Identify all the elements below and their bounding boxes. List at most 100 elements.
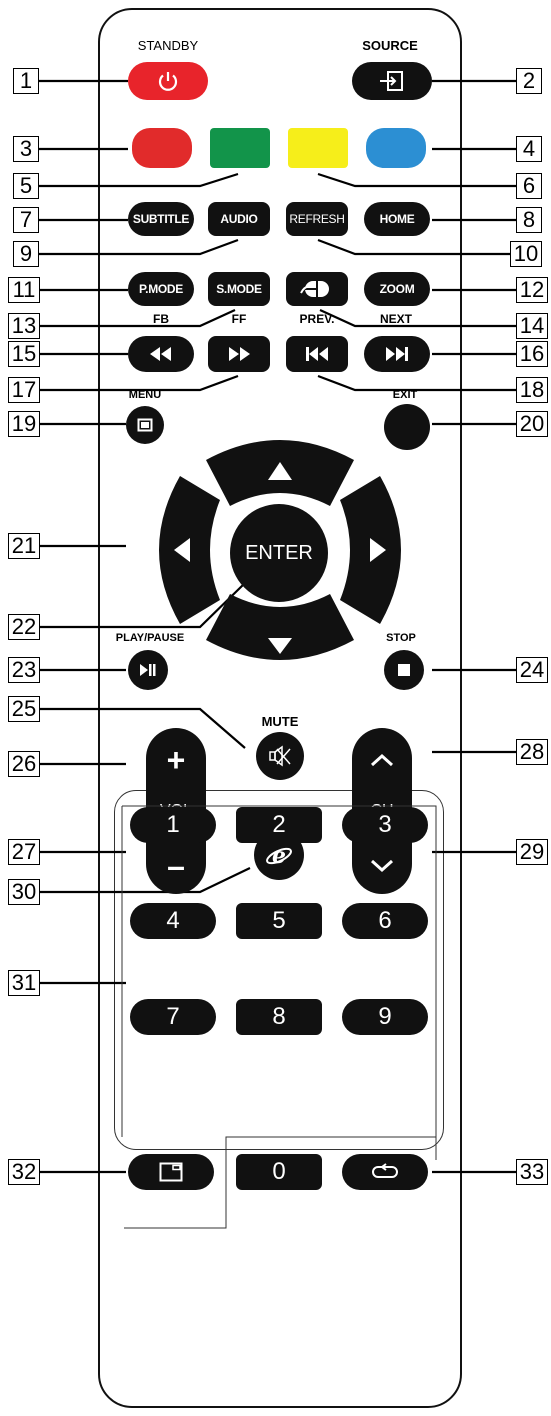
digit-1-label: 1	[166, 811, 180, 838]
fb-button[interactable]	[128, 336, 194, 372]
digit-3-label: 3	[378, 811, 392, 838]
rewind-icon	[150, 347, 171, 361]
chevron-up-icon	[370, 753, 394, 767]
digit-3-button[interactable]: 3	[342, 807, 428, 843]
fast-forward-icon	[229, 347, 250, 361]
callout-8: 8	[516, 207, 542, 233]
callout-15: 15	[8, 341, 40, 367]
callout-28: 28	[516, 739, 548, 765]
refresh-label: REFRESH	[289, 212, 345, 226]
smode-label: S.MODE	[216, 282, 262, 296]
digit-7-label: 7	[166, 1003, 180, 1030]
callout-23: 23	[8, 657, 40, 683]
callout-13: 13	[8, 313, 40, 339]
callout-25: 25	[8, 696, 40, 722]
digit-0-label: 0	[272, 1158, 286, 1185]
digit-7-button[interactable]: 7	[130, 999, 216, 1035]
stop-icon	[398, 664, 410, 676]
pip-button[interactable]	[128, 1154, 214, 1190]
subtitle-label: SUBTITLE	[132, 212, 190, 226]
prev-label: PREV.	[299, 312, 335, 326]
zoom-button[interactable]: ZOOM	[364, 272, 430, 306]
menu-square-icon	[137, 418, 153, 432]
digit-6-button[interactable]: 6	[342, 903, 428, 939]
ff-button[interactable]	[208, 336, 270, 372]
digit-4-label: 4	[166, 907, 180, 934]
internet-explorer-icon: e	[266, 843, 292, 869]
mute-label: MUTE	[261, 714, 299, 729]
subtitle-button[interactable]: SUBTITLE	[128, 202, 194, 236]
callout-21: 21	[8, 533, 40, 559]
pmode-button[interactable]: P.MODE	[128, 272, 194, 306]
yellow-key[interactable]	[288, 128, 348, 168]
ff-label: FF	[231, 312, 247, 326]
digit-2-label: 2	[272, 811, 286, 838]
standby-label: STANDBY	[137, 38, 199, 53]
refresh-button[interactable]: REFRESH	[286, 202, 348, 236]
source-label: SOURCE	[362, 38, 418, 53]
play-pause-label: PLAY/PAUSE	[115, 632, 185, 644]
callout-31: 31	[8, 970, 40, 996]
callout-10: 10	[510, 241, 542, 267]
digit-8-button[interactable]: 8	[236, 999, 322, 1035]
stop-button[interactable]	[384, 650, 424, 690]
source-button[interactable]	[352, 62, 432, 100]
digit-9-button[interactable]: 9	[342, 999, 428, 1035]
red-key[interactable]	[132, 128, 192, 168]
callout-20: 20	[516, 411, 548, 437]
callout-9: 9	[13, 241, 39, 267]
callout-19: 19	[8, 411, 40, 437]
smode-button[interactable]: S.MODE	[208, 272, 270, 306]
recall-button[interactable]	[342, 1154, 428, 1190]
digit-8-label: 8	[272, 1003, 286, 1030]
green-key[interactable]	[210, 128, 270, 168]
ch-up-button[interactable]	[352, 740, 412, 780]
digit-6-label: 6	[378, 907, 392, 934]
callout-3: 3	[13, 136, 39, 162]
audio-button[interactable]: AUDIO	[208, 202, 270, 236]
standby-button[interactable]	[128, 62, 208, 100]
callout-14: 14	[516, 313, 548, 339]
dpad-left[interactable]	[159, 476, 220, 624]
menu-label: MENU	[128, 389, 162, 401]
callout-1: 1	[13, 68, 39, 94]
svg-text:e: e	[272, 843, 286, 869]
callout-18: 18	[516, 377, 548, 403]
home-button[interactable]: HOME	[364, 202, 430, 236]
digit-5-label: 5	[272, 907, 286, 934]
digit-2-button[interactable]: 2	[236, 807, 322, 843]
dpad-right[interactable]	[340, 476, 401, 624]
vol-up-button[interactable]: +	[146, 740, 206, 780]
remote-diagram: 1 2 3 4 5 6 7 8 9 10 11 12 13 14 15 16 1…	[0, 0, 551, 1416]
fb-label: FB	[153, 312, 169, 326]
stop-label: STOP	[386, 632, 416, 644]
digit-5-button[interactable]: 5	[236, 903, 322, 939]
callout-29: 29	[516, 839, 548, 865]
prev-button[interactable]	[286, 336, 348, 372]
digit-0-button[interactable]: 0	[236, 1154, 322, 1190]
menu-button[interactable]	[126, 406, 164, 444]
next-button[interactable]	[364, 336, 430, 372]
mute-button[interactable]	[256, 732, 304, 780]
dpad-up[interactable]	[206, 440, 354, 506]
play-pause-button[interactable]	[128, 650, 168, 690]
callout-26: 26	[8, 751, 40, 777]
speaker-muted-icon	[269, 745, 291, 767]
digit-4-button[interactable]: 4	[130, 903, 216, 939]
vol-plus-symbol: +	[166, 742, 186, 778]
power-icon	[158, 72, 178, 91]
callout-4: 4	[516, 136, 542, 162]
skip-next-icon	[386, 347, 408, 361]
dpad-down[interactable]	[206, 594, 354, 660]
ch-down-button[interactable]	[352, 846, 412, 886]
mouse-button[interactable]	[286, 272, 348, 306]
enter-label: ENTER	[245, 541, 313, 564]
callout-32: 32	[8, 1159, 40, 1185]
picture-in-picture-icon	[159, 1162, 183, 1182]
vol-down-button[interactable]: –	[146, 846, 206, 886]
blue-key[interactable]	[366, 128, 426, 168]
digit-1-button[interactable]: 1	[130, 807, 216, 843]
skip-previous-icon	[306, 347, 328, 361]
callout-17: 17	[8, 377, 40, 403]
enter-button[interactable]: ENTER	[230, 504, 328, 602]
